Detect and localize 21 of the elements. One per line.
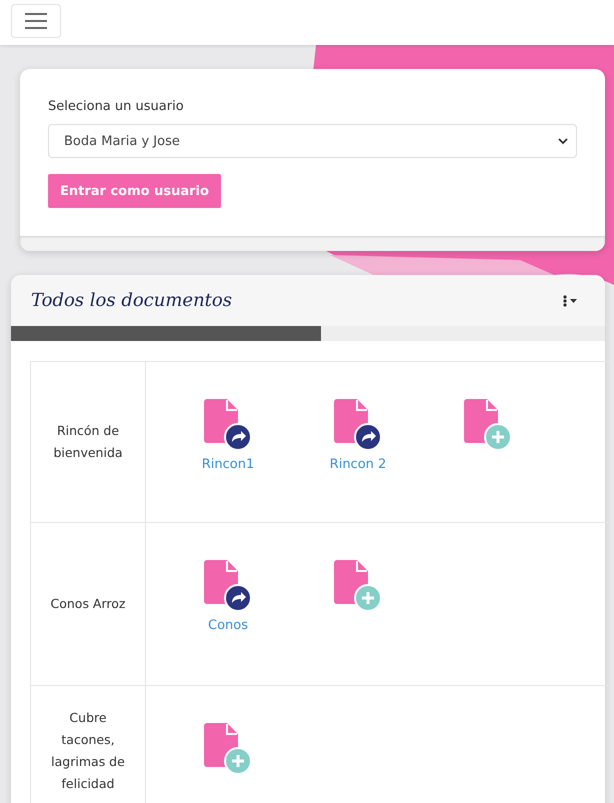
chevron-down-icon [558,138,568,144]
shared-document-icon[interactable] [334,399,382,451]
options-menu-icon[interactable] [563,294,579,306]
add-document-icon[interactable] [464,399,512,451]
category-label: Rincón de bienvenida [52,422,124,462]
shared-document-icon[interactable] [204,399,252,451]
select-label: Seleciona un usuario [48,99,185,114]
menu-icon [25,13,47,29]
add-document-icon[interactable] [204,723,252,775]
panel-title: Todos los documentos [31,290,232,311]
horizontal-scrollbar[interactable] [11,326,605,341]
login-as-user-button[interactable]: Entrar como usuario [48,174,221,208]
document-link[interactable]: Rincon1 [202,457,254,472]
add-document-icon[interactable] [334,560,382,612]
menu-button[interactable] [11,4,61,38]
category-label: Conos Arroz [50,595,126,613]
user-select[interactable]: Boda Maria y Jose [48,124,577,158]
category-label: Cubre tacones, lagrimas de felicidad [50,708,126,792]
document-link[interactable]: Conos [208,618,248,633]
document-link[interactable]: Rincon 2 [330,457,386,472]
shared-document-icon[interactable] [204,560,252,612]
